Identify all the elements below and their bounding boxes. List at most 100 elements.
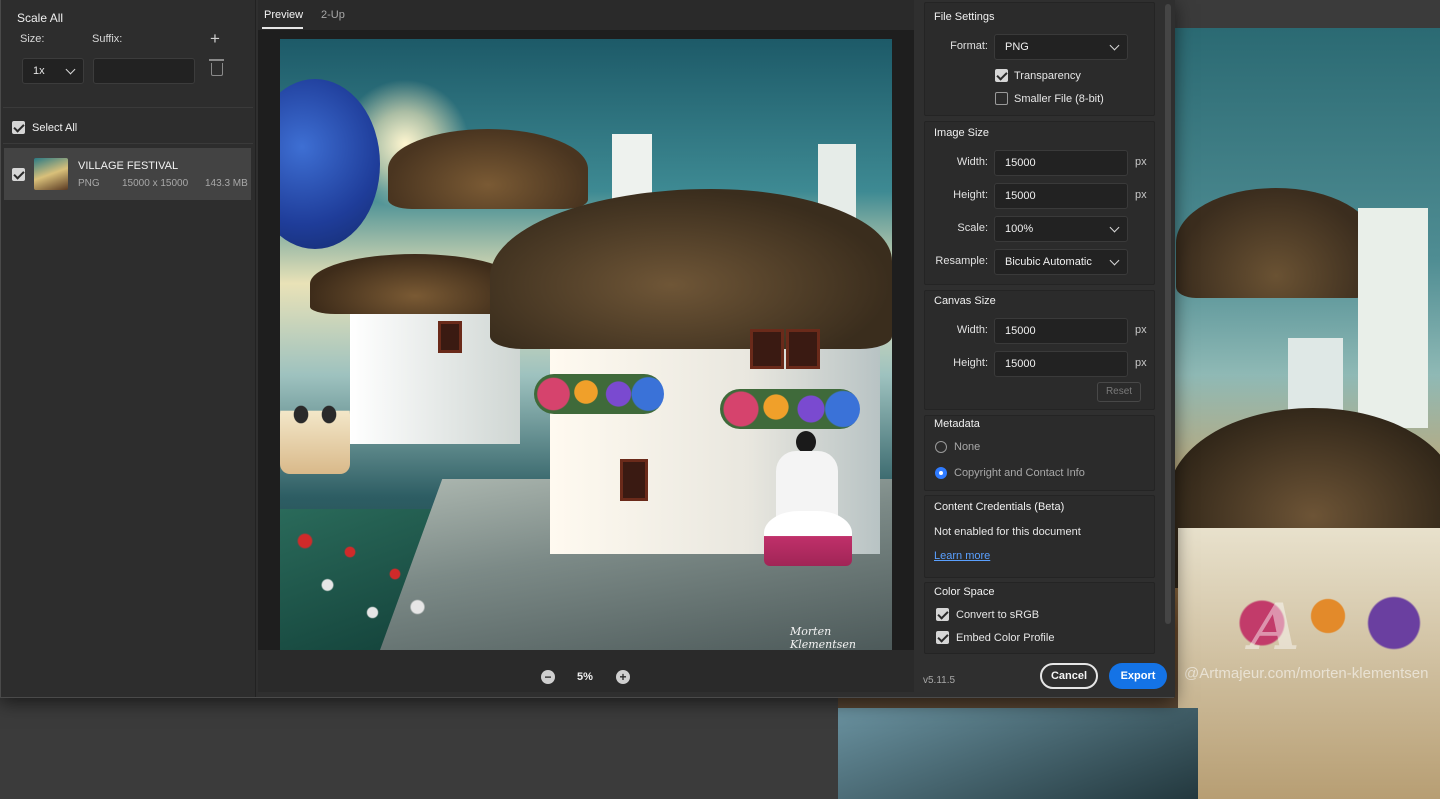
canvas-width-label: Width: [956, 324, 988, 336]
zoom-in-icon[interactable]: + [616, 670, 630, 684]
scale-percent-value: 100% [1005, 223, 1034, 235]
export-as-dialog: Scale All Size: Suffix: + 1x Select All … [0, 0, 1175, 698]
color-space-title: Color Space [934, 586, 995, 598]
preview-canvas[interactable]: Morten Klementsen [258, 30, 914, 650]
image-width-input[interactable]: 15000 [994, 150, 1128, 176]
asset-thumbnail [34, 158, 68, 190]
add-scale-icon[interactable]: + [210, 30, 220, 47]
art-window [438, 321, 462, 353]
artist-signature: Morten Klementsen [790, 625, 856, 650]
content-credentials-status: Not enabled for this document [934, 526, 1081, 538]
art-flower-box [534, 374, 664, 414]
canvas-height-unit: px [1135, 357, 1147, 369]
metadata-copyright-label: Copyright and Contact Info [954, 467, 1085, 479]
suffix-label: Suffix: [92, 33, 123, 45]
format-value: PNG [1005, 41, 1029, 53]
smaller-file-label: Smaller File (8-bit) [1014, 93, 1104, 105]
settings-panel: File Settings Format: PNG Transparency S… [918, 0, 1175, 697]
bg-path [838, 708, 1198, 799]
scale-dropdown[interactable]: 1x [22, 58, 84, 84]
art-girls [280, 389, 350, 474]
image-height-unit: px [1135, 189, 1147, 201]
transparency-label: Transparency [1014, 70, 1081, 82]
art-woman [760, 431, 856, 571]
tab-2-up[interactable]: 2-Up [321, 9, 345, 21]
scale-all-title: Scale All [17, 11, 64, 25]
metadata-none-radio[interactable] [935, 441, 947, 453]
art-window [786, 329, 820, 369]
content-credentials-title: Content Credentials (Beta) [934, 501, 1065, 513]
suffix-input[interactable] [93, 58, 195, 84]
file-settings-title: File Settings [934, 11, 995, 23]
select-all-checkbox[interactable] [12, 121, 25, 134]
canvas-height-label: Height: [953, 357, 988, 369]
asset-file-size: 143.3 MB [205, 178, 248, 189]
reset-button[interactable]: Reset [1097, 382, 1141, 402]
image-height-input[interactable]: 15000 [994, 183, 1128, 209]
bg-house [1178, 528, 1440, 799]
settings-scrollbar[interactable] [1165, 4, 1171, 624]
preview-area: Preview 2-Up Morten Klementsen − 5% + [258, 0, 914, 692]
art-window [620, 459, 648, 501]
metadata-copyright-radio[interactable] [935, 467, 947, 479]
art-thatch-roof [310, 254, 520, 314]
convert-srgb-label: Convert to sRGB [956, 609, 1040, 621]
canvas-size-title: Canvas Size [934, 295, 996, 307]
asset-panel: Scale All Size: Suffix: + 1x Select All … [1, 0, 256, 697]
format-dropdown[interactable]: PNG [994, 34, 1128, 60]
artwork-preview-image: Morten Klementsen [280, 39, 892, 650]
image-width-unit: px [1135, 156, 1147, 168]
asset-row[interactable]: VILLAGE FESTIVAL PNG 15000 x 15000 143.3… [4, 148, 251, 200]
asset-name: VILLAGE FESTIVAL [78, 160, 179, 172]
chevron-down-icon [1109, 222, 1120, 233]
art-woman-skirt [764, 511, 852, 566]
canvas-height-input[interactable]: 15000 [994, 351, 1128, 377]
asset-checkbox[interactable] [12, 168, 25, 181]
export-button[interactable]: Export [1109, 663, 1167, 689]
asset-format: PNG [78, 178, 100, 189]
art-thatch-roof [388, 129, 588, 209]
zoom-bar: − 5% + [258, 660, 914, 692]
cancel-button[interactable]: Cancel [1040, 663, 1098, 689]
art-flower-box [720, 389, 860, 429]
scale-dropdown-value: 1x [33, 65, 45, 77]
scale-percent-dropdown[interactable]: 100% [994, 216, 1128, 242]
bg-tower [1358, 208, 1428, 428]
embed-profile-checkbox[interactable] [936, 631, 949, 644]
image-height-label: Height: [953, 189, 988, 201]
watermark-text: @Artmajeur.com/morten-klementsen [1184, 665, 1429, 682]
art-window [750, 329, 784, 369]
art-woman-head [796, 431, 816, 453]
active-tab-indicator [262, 27, 303, 29]
divider [3, 143, 253, 144]
asset-dimensions: 15000 x 15000 [122, 178, 189, 189]
image-width-label: Width: [956, 156, 988, 168]
smaller-file-checkbox[interactable] [995, 92, 1008, 105]
resample-dropdown[interactable]: Bicubic Automatic [994, 249, 1128, 275]
resample-value: Bicubic Automatic [1005, 256, 1092, 268]
zoom-level: 5% [577, 671, 593, 683]
version-label: v5.11.5 [923, 675, 956, 686]
embed-profile-label: Embed Color Profile [956, 632, 1055, 644]
chevron-down-icon [65, 64, 76, 75]
resample-label: Resample: [935, 255, 988, 267]
transparency-checkbox[interactable] [995, 69, 1008, 82]
canvas-width-unit: px [1135, 324, 1147, 336]
zoom-out-icon[interactable]: − [541, 670, 555, 684]
convert-srgb-checkbox[interactable] [936, 608, 949, 621]
metadata-none-label: None [954, 441, 981, 453]
size-label: Size: [20, 33, 45, 45]
canvas-width-input[interactable]: 15000 [994, 318, 1128, 344]
scale-label: Scale: [957, 222, 988, 234]
art-thatch-roof [490, 189, 892, 349]
format-label: Format: [950, 40, 988, 52]
learn-more-link[interactable]: Learn more [934, 550, 990, 562]
tab-preview[interactable]: Preview [264, 9, 303, 21]
image-size-title: Image Size [934, 127, 990, 139]
chevron-down-icon [1109, 255, 1120, 266]
trash-icon[interactable] [209, 59, 224, 76]
bg-roof [1176, 188, 1376, 298]
art-red-flowers [290, 519, 440, 629]
divider [3, 107, 253, 108]
select-all-label: Select All [32, 122, 78, 134]
